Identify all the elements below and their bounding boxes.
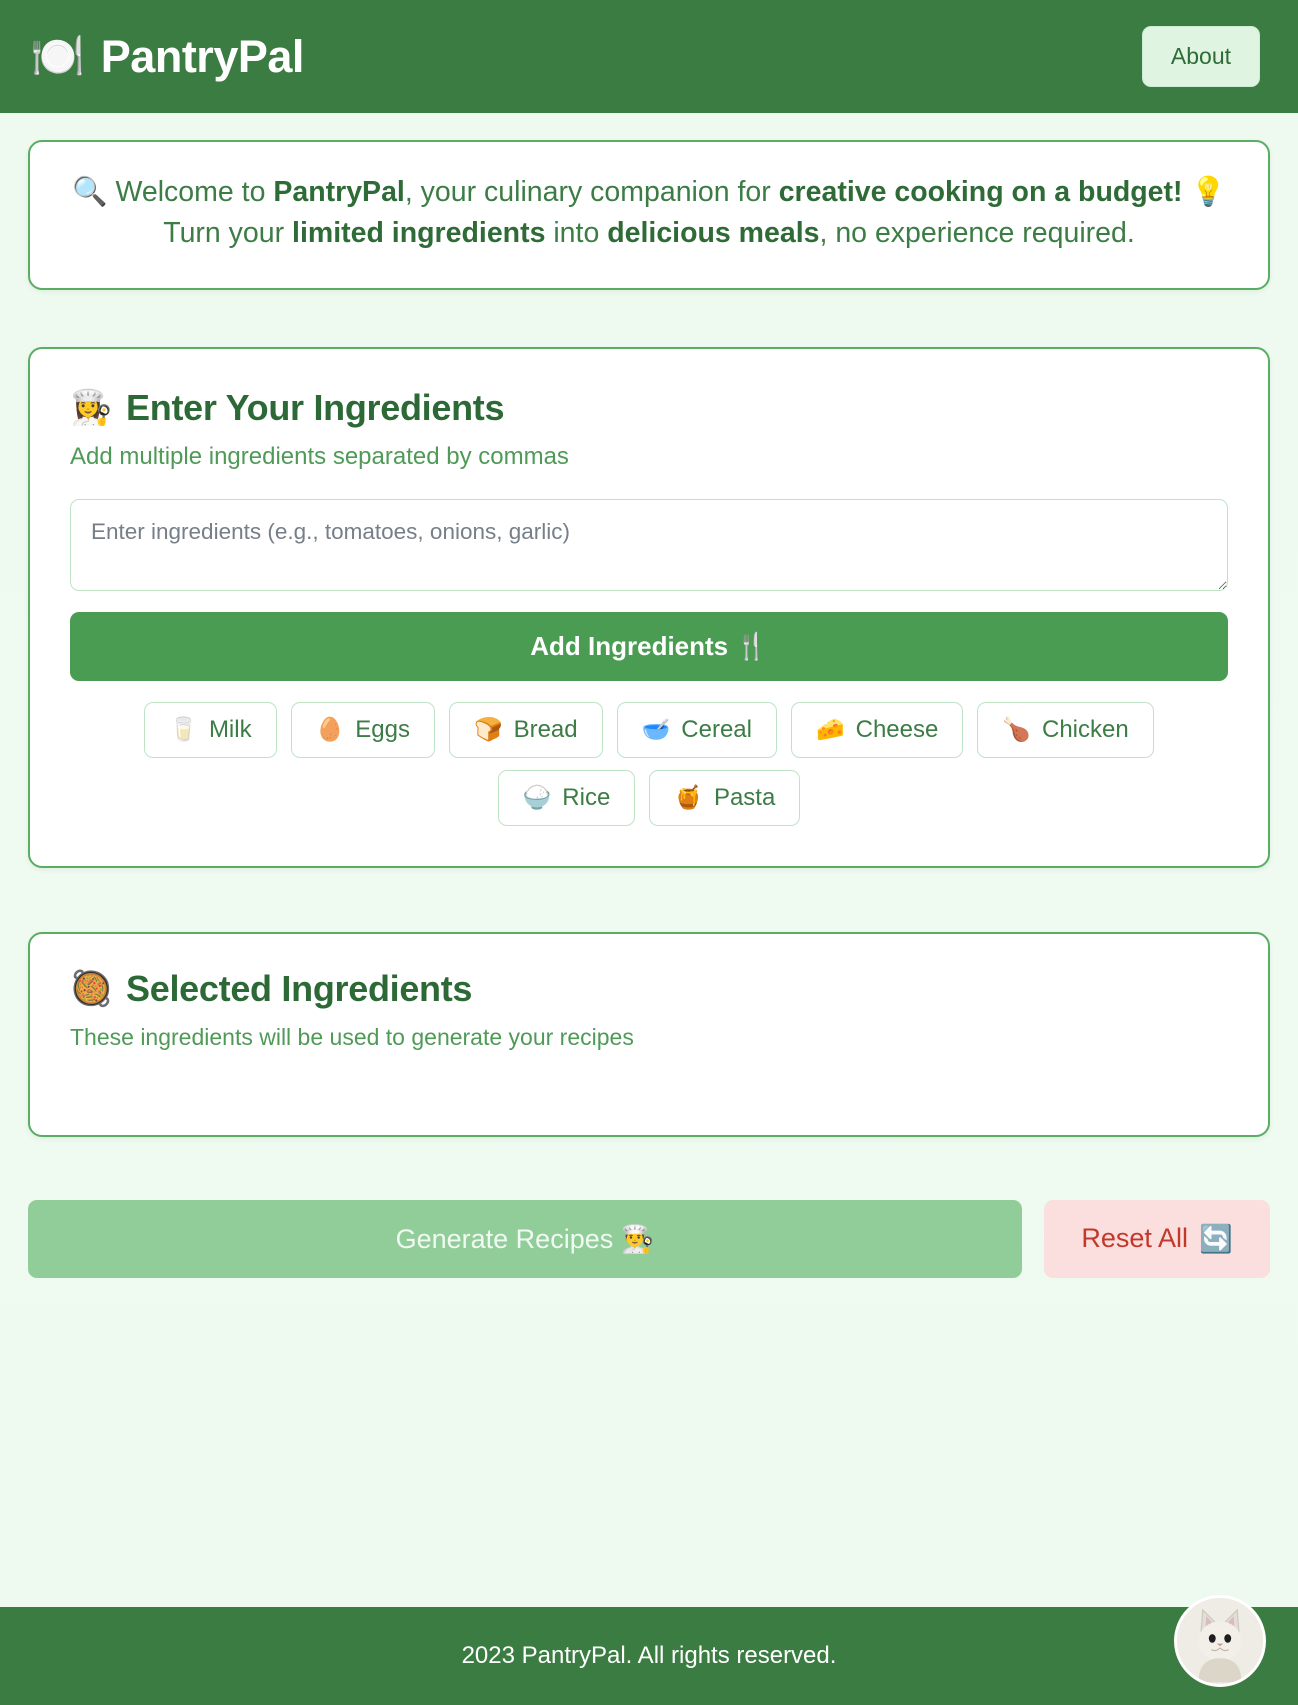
enter-ingredients-card: 👩‍🍳 Enter Your Ingredients Add multiple … bbox=[28, 346, 1270, 868]
chip-cereal[interactable]: 🥣 Cereal bbox=[616, 701, 777, 758]
chip-eggs[interactable]: 🥚 Eggs bbox=[290, 701, 435, 758]
paella-icon: 🥘 bbox=[70, 968, 113, 1009]
honey-pot-icon: 🍯 bbox=[674, 785, 703, 811]
chip-label: Milk bbox=[208, 715, 252, 743]
chip-milk[interactable]: 🥛 Milk bbox=[144, 701, 277, 758]
cat-avatar-icon bbox=[1177, 1598, 1263, 1684]
app-header: 🍽️ PantryPal About bbox=[0, 0, 1298, 113]
milk-glass-icon: 🥛 bbox=[169, 717, 198, 743]
welcome-bold-1: creative cooking on a budget! bbox=[778, 176, 1183, 208]
cheese-icon: 🧀 bbox=[815, 717, 845, 743]
add-ingredients-label: Add Ingredients bbox=[530, 630, 729, 661]
welcome-text: 🔍 Welcome to PantryPal, your culinary co… bbox=[70, 172, 1228, 254]
app-root: 🍽️ PantryPal About 🔍 Welcome to PantryPa… bbox=[0, 0, 1298, 1705]
enter-ingredients-title-text: Enter Your Ingredients bbox=[126, 386, 505, 428]
about-button[interactable]: About bbox=[1141, 26, 1260, 87]
generate-recipes-button[interactable]: Generate Recipes 👨‍🍳 bbox=[28, 1199, 1022, 1278]
selected-ingredients-card: 🥘 Selected Ingredients These ingredients… bbox=[28, 931, 1270, 1137]
main-content: 🔍 Welcome to PantryPal, your culinary co… bbox=[0, 113, 1298, 1607]
chip-label: Cereal bbox=[681, 715, 752, 743]
welcome-part-4: into bbox=[545, 216, 608, 249]
chip-pasta[interactable]: 🍯 Pasta bbox=[649, 769, 801, 826]
fork-knife-plate-icon: 🍽️ bbox=[30, 30, 85, 82]
chip-cheese[interactable]: 🧀 Cheese bbox=[790, 701, 964, 758]
lightbulb-icon: 💡 bbox=[1190, 175, 1226, 208]
chip-label: Rice bbox=[562, 783, 611, 811]
welcome-part-2: , your culinary companion for bbox=[404, 176, 779, 208]
welcome-part-5: , no experience required. bbox=[819, 216, 1135, 249]
chip-chicken[interactable]: 🍗 Chicken bbox=[977, 701, 1154, 758]
refresh-icon: 🔄 bbox=[1198, 1223, 1233, 1255]
selected-ingredients-title-text: Selected Ingredients bbox=[126, 967, 473, 1009]
welcome-brand: PantryPal bbox=[273, 176, 405, 208]
chip-label: Chicken bbox=[1041, 715, 1129, 743]
quick-ingredient-chips: 🥛 Milk 🥚 Eggs 🍞 Bread 🥣 Cereal 🧀 Cheese … bbox=[70, 701, 1228, 826]
egg-icon: 🥚 bbox=[315, 717, 345, 743]
chef-man-icon: 👨‍🍳 bbox=[620, 1223, 655, 1255]
bread-icon: 🍞 bbox=[473, 717, 503, 743]
bowl-spoon-icon: 🥣 bbox=[641, 717, 671, 743]
enter-ingredients-title: 👩‍🍳 Enter Your Ingredients bbox=[70, 387, 1228, 429]
copyright-text: 2023 PantryPal. All rights reserved. bbox=[461, 1642, 837, 1669]
selected-ingredients-list bbox=[70, 1051, 1228, 1091]
enter-ingredients-subtitle: Add multiple ingredients separated by co… bbox=[70, 442, 569, 470]
chip-label: Cheese bbox=[855, 715, 939, 743]
add-ingredients-button[interactable]: Add Ingredients 🍴 bbox=[70, 611, 1228, 681]
welcome-part-1: Welcome to bbox=[115, 176, 274, 208]
brand: 🍽️ PantryPal bbox=[30, 31, 304, 83]
fork-knife-icon: 🍴 bbox=[735, 631, 768, 662]
ingredients-input[interactable] bbox=[70, 498, 1228, 591]
chip-label: Eggs bbox=[355, 715, 410, 743]
welcome-bold-2: limited ingredients bbox=[292, 216, 546, 249]
app-title: PantryPal bbox=[100, 30, 305, 82]
selected-ingredients-subtitle: These ingredients will be used to genera… bbox=[70, 1023, 634, 1050]
reset-all-label: Reset All bbox=[1081, 1223, 1188, 1253]
chef-woman-icon: 👩‍🍳 bbox=[70, 387, 113, 428]
cat-avatar[interactable] bbox=[1174, 1595, 1266, 1687]
selected-ingredients-title: 🥘 Selected Ingredients bbox=[70, 968, 1228, 1010]
poultry-leg-icon: 🍗 bbox=[1002, 717, 1031, 743]
welcome-banner: 🔍 Welcome to PantryPal, your culinary co… bbox=[28, 140, 1270, 290]
chip-label: Bread bbox=[513, 715, 578, 743]
chip-rice[interactable]: 🍚 Rice bbox=[497, 769, 636, 826]
reset-all-button[interactable]: Reset All 🔄 bbox=[1044, 1199, 1270, 1278]
chip-bread[interactable]: 🍞 Bread bbox=[448, 701, 603, 758]
welcome-part-3: Turn your bbox=[163, 216, 293, 249]
app-footer: 2023 PantryPal. All rights reserved. bbox=[0, 1595, 1298, 1705]
chip-label: Pasta bbox=[713, 783, 776, 811]
action-row: Generate Recipes 👨‍🍳 Reset All 🔄 bbox=[28, 1199, 1270, 1428]
rice-bowl-icon: 🍚 bbox=[522, 785, 552, 811]
welcome-bold-3: delicious meals bbox=[607, 216, 820, 249]
magnifier-icon: 🔍 bbox=[72, 175, 108, 208]
generate-recipes-label: Generate Recipes bbox=[395, 1223, 614, 1254]
